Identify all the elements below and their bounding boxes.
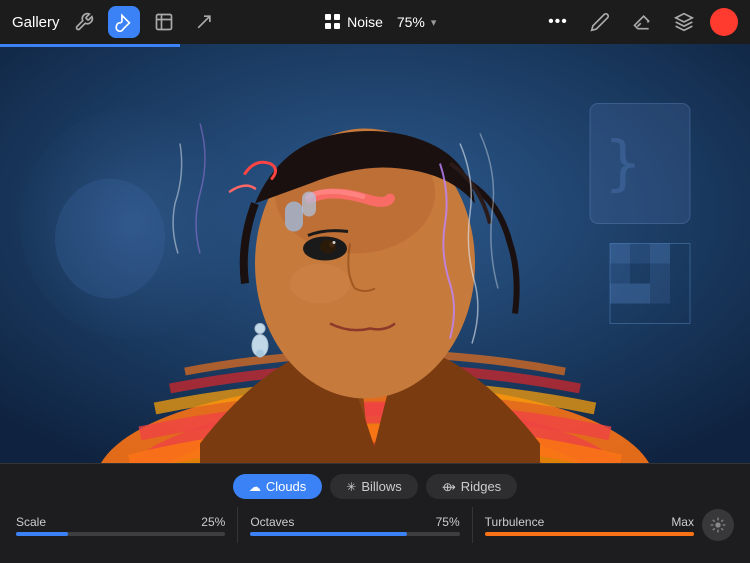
turbulence-value: Max <box>671 515 694 529</box>
settings-button[interactable] <box>702 509 734 541</box>
tab-ridges[interactable]: ⟴ Ridges <box>426 474 517 499</box>
toolbar: Gallery Noise 75% ▾ <box>0 0 750 44</box>
turbulence-slider-fill <box>485 532 694 536</box>
eraser-button[interactable] <box>626 6 658 38</box>
tab-clouds[interactable]: ☁ Clouds <box>233 474 322 499</box>
smudge-icon <box>154 12 174 32</box>
brush-icon <box>114 12 134 32</box>
smudge-button[interactable] <box>148 6 180 38</box>
toolbar-right: ••• <box>542 6 738 38</box>
scale-slider-fill <box>16 532 68 536</box>
gallery-button[interactable]: Gallery <box>12 14 60 31</box>
octaves-control: Octaves 75% <box>250 515 459 536</box>
turbulence-label: Turbulence <box>485 515 545 529</box>
octaves-value: 75% <box>436 515 460 529</box>
noise-label: Noise 75% <box>347 14 425 30</box>
octaves-label: Octaves <box>250 515 294 529</box>
arrow-button[interactable] <box>188 6 220 38</box>
toolbar-left: Gallery <box>12 6 220 38</box>
layers-icon <box>674 12 694 32</box>
turbulence-control: Turbulence Max <box>485 515 694 536</box>
tabs-row: ☁ Clouds ✳ Billows ⟴ Ridges <box>16 474 734 499</box>
more-button[interactable]: ••• <box>542 6 574 38</box>
brush-button[interactable] <box>108 6 140 38</box>
eraser-icon <box>632 12 652 32</box>
scale-value: 25% <box>201 515 225 529</box>
color-swatch[interactable] <box>710 8 738 36</box>
layers-button[interactable] <box>668 6 700 38</box>
billows-icon: ✳ <box>346 480 356 494</box>
controls-row: Scale 25% Octaves 75% Turbulence Max <box>16 507 734 543</box>
octaves-slider-track[interactable] <box>250 532 459 536</box>
progress-bar <box>0 44 180 47</box>
scale-label: Scale <box>16 515 46 529</box>
octaves-slider-fill <box>250 532 407 536</box>
pencil-button[interactable] <box>584 6 616 38</box>
more-dots-icon: ••• <box>548 13 568 31</box>
toolbar-center: Noise 75% ▾ <box>325 14 436 30</box>
turbulence-slider-track[interactable] <box>485 532 694 536</box>
pencil-icon <box>590 12 610 32</box>
canvas-area: } <box>0 44 750 463</box>
artwork: } <box>0 44 750 463</box>
clouds-icon: ☁ <box>249 480 261 494</box>
settings-gear-icon <box>710 517 726 533</box>
bottom-panel: ☁ Clouds ✳ Billows ⟴ Ridges Scale 25% <box>0 463 750 563</box>
arrow-icon <box>194 12 214 32</box>
tab-billows[interactable]: ✳ Billows <box>330 474 418 499</box>
scale-slider-track[interactable] <box>16 532 225 536</box>
noise-grid-icon <box>325 14 341 30</box>
wrench-icon <box>74 12 94 32</box>
svg-text:}: } <box>605 129 641 199</box>
divider-1 <box>237 507 238 543</box>
scale-control: Scale 25% <box>16 515 225 536</box>
wrench-button[interactable] <box>68 6 100 38</box>
chevron-down-icon[interactable]: ▾ <box>431 16 437 29</box>
ridges-icon: ⟴ <box>442 480 456 494</box>
divider-2 <box>472 507 473 543</box>
